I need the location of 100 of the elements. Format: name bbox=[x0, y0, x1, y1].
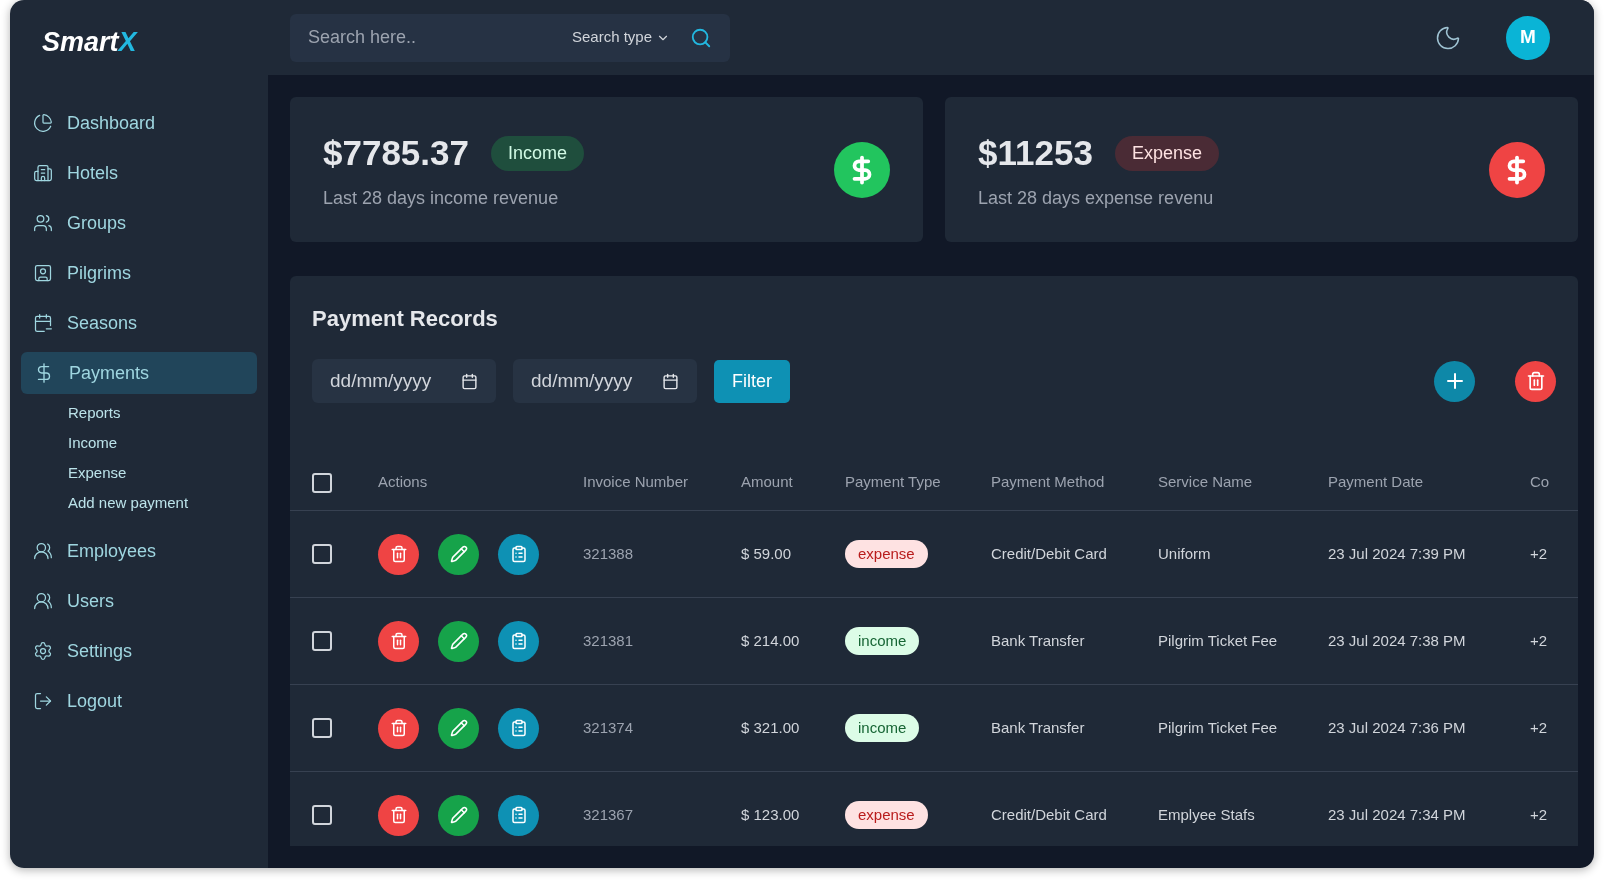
calendar-icon bbox=[461, 372, 478, 390]
table-cell-text: 321367 bbox=[583, 804, 635, 825]
pie-chart-icon bbox=[33, 113, 53, 133]
stat-amount: $11253 bbox=[978, 131, 1093, 174]
clipboard-icon bbox=[509, 806, 528, 824]
search-icon[interactable] bbox=[690, 26, 712, 49]
nav-item[interactable]: Seasons bbox=[21, 302, 257, 344]
stat-tag: Expense bbox=[1114, 135, 1219, 171]
search-bar[interactable]: Search here.. Search type bbox=[290, 13, 730, 62]
stat-amount: $7785.37 bbox=[323, 131, 469, 174]
column-header: Payment Date bbox=[1328, 472, 1425, 493]
delete-button[interactable] bbox=[378, 707, 419, 749]
details-button[interactable] bbox=[498, 707, 539, 749]
table-cell-text: 23 Jul 2024 7:38 PM bbox=[1328, 630, 1467, 651]
nav-item[interactable]: Groups bbox=[21, 202, 257, 244]
pencil-icon bbox=[449, 545, 468, 563]
date-field[interactable]: dd/mm/yyyy bbox=[312, 359, 496, 403]
logout-icon bbox=[33, 691, 53, 711]
trash-icon bbox=[389, 545, 408, 563]
nav-item[interactable]: Hotels bbox=[21, 152, 257, 194]
delete-button[interactable] bbox=[1515, 360, 1556, 402]
details-button[interactable] bbox=[498, 794, 539, 836]
table-cell-text: $ 123.00 bbox=[741, 804, 801, 825]
trash-icon bbox=[389, 806, 408, 824]
trash-icon bbox=[389, 719, 408, 737]
column-header: Service Name bbox=[1158, 472, 1254, 493]
pencil-icon bbox=[449, 806, 468, 824]
table-cell-text: $ 321.00 bbox=[741, 717, 801, 738]
table-cell-text: 321388 bbox=[583, 543, 635, 564]
table-cell-text: 23 Jul 2024 7:36 PM bbox=[1328, 717, 1467, 738]
delete-button[interactable] bbox=[378, 533, 419, 575]
building-icon bbox=[33, 163, 53, 183]
clipboard-icon bbox=[509, 545, 528, 563]
section-title: Payment Records bbox=[311, 305, 499, 333]
nav-item[interactable]: Users bbox=[21, 580, 257, 622]
table-cell-text: Emplyee Stafs bbox=[1158, 804, 1256, 825]
checkbox[interactable] bbox=[312, 472, 332, 493]
table-cell-text: Bank Transfer bbox=[991, 717, 1086, 738]
table-cell-text: 321381 bbox=[583, 630, 635, 651]
column-header: Payment Type bbox=[845, 472, 942, 493]
nav-item[interactable]: Dashboard bbox=[21, 102, 257, 144]
checkbox[interactable] bbox=[312, 805, 332, 825]
trash-icon bbox=[1525, 371, 1546, 391]
table-cell-text: +2 bbox=[1530, 630, 1549, 651]
nav-item[interactable]: Employees bbox=[21, 530, 257, 572]
add-button[interactable] bbox=[1434, 360, 1475, 402]
logo: SmartX bbox=[41, 26, 139, 59]
column-header: Co bbox=[1530, 472, 1551, 493]
calendar-icon bbox=[33, 313, 53, 333]
edit-button[interactable] bbox=[438, 620, 479, 662]
submenu-item[interactable]: Expense bbox=[68, 458, 257, 488]
table-cell-text: +2 bbox=[1530, 717, 1549, 738]
nav-item[interactable]: Pilgrims bbox=[21, 252, 257, 294]
nav-item[interactable]: Settings bbox=[21, 630, 257, 672]
id-card-icon bbox=[33, 263, 53, 283]
edit-button[interactable] bbox=[438, 794, 479, 836]
details-button[interactable] bbox=[498, 533, 539, 575]
checkbox[interactable] bbox=[312, 544, 332, 564]
table-cell-text: Credit/Debit Card bbox=[991, 543, 1108, 564]
payment-type-tag: expense bbox=[845, 539, 928, 569]
nav-item[interactable]: Logout bbox=[21, 680, 257, 722]
table-cell-text: Uniform bbox=[1158, 543, 1212, 564]
calendar-icon bbox=[662, 372, 679, 390]
pencil-icon bbox=[449, 719, 468, 737]
people-icon bbox=[33, 213, 53, 233]
nav-item[interactable]: Payments bbox=[21, 352, 257, 394]
clipboard-icon bbox=[509, 719, 528, 737]
users-icon bbox=[33, 591, 53, 611]
date-field[interactable]: dd/mm/yyyy bbox=[513, 359, 697, 403]
delete-button[interactable] bbox=[378, 794, 419, 836]
settings-icon bbox=[33, 641, 53, 661]
submenu-item[interactable]: Add new payment bbox=[68, 488, 257, 518]
submenu-item[interactable]: Income bbox=[68, 428, 257, 458]
submenu-item[interactable]: Reports bbox=[68, 398, 257, 428]
stat-tag: Income bbox=[491, 135, 584, 171]
payment-type-tag: income bbox=[845, 713, 920, 743]
table-cell-text: 23 Jul 2024 7:34 PM bbox=[1328, 804, 1467, 825]
table-cell-text: 321374 bbox=[583, 717, 635, 738]
pencil-icon bbox=[449, 632, 468, 650]
clipboard-icon bbox=[509, 632, 528, 650]
search-type-dropdown[interactable]: Search type bbox=[571, 26, 670, 49]
details-button[interactable] bbox=[498, 620, 539, 662]
table-cell-text: +2 bbox=[1530, 543, 1549, 564]
table-cell-text: $ 59.00 bbox=[741, 543, 793, 564]
table-cell-text: 23 Jul 2024 7:39 PM bbox=[1328, 543, 1467, 564]
table-cell-text: +2 bbox=[1530, 804, 1549, 825]
column-header: Invoice Number bbox=[583, 472, 690, 493]
column-header: Amount bbox=[741, 472, 794, 493]
edit-button[interactable] bbox=[438, 707, 479, 749]
search-field[interactable]: Search here.. bbox=[308, 24, 564, 51]
checkbox[interactable] bbox=[312, 718, 332, 738]
table-cell-text: $ 214.00 bbox=[741, 630, 801, 651]
table-cell-text: Pilgrim Ticket Fee bbox=[1158, 630, 1279, 651]
delete-button[interactable] bbox=[378, 620, 419, 662]
checkbox[interactable] bbox=[312, 631, 332, 651]
filter-button[interactable]: Filter bbox=[714, 359, 790, 403]
payment-type-tag: expense bbox=[845, 800, 928, 830]
edit-button[interactable] bbox=[438, 533, 479, 575]
table-cell-text: Pilgrim Ticket Fee bbox=[1158, 717, 1279, 738]
table-cell-text: Bank Transfer bbox=[991, 630, 1086, 651]
